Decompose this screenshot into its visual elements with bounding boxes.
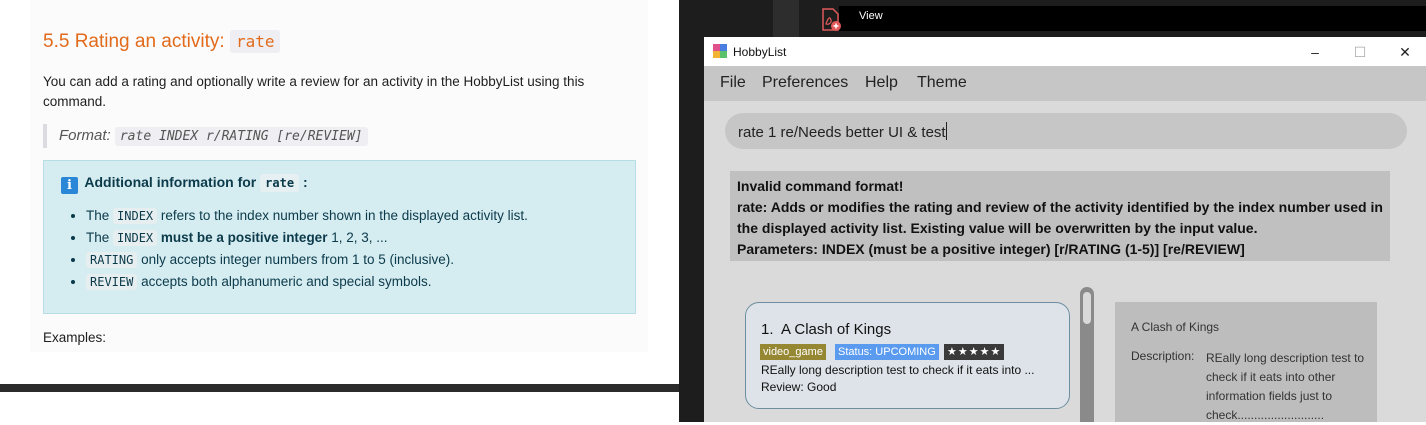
taskbar-divider [0, 384, 679, 392]
menu-help[interactable]: Help [865, 74, 898, 92]
bullet-code: INDEX [113, 208, 158, 224]
minimize-button[interactable]: – [1300, 41, 1330, 63]
activity-name: A Clash of Kings [781, 321, 892, 338]
heading-code: rate [229, 30, 281, 53]
result-line: the displayed activity list. Existing va… [737, 220, 1258, 236]
format-code: rate INDEX r/RATING [re/REVIEW] [114, 127, 368, 146]
format-label: Format: [59, 127, 111, 144]
detail-description-label: Description: [1131, 349, 1195, 363]
bullet-bold: must be a positive integer [160, 230, 328, 245]
command-value[interactable]: rate 1 re/Needs better UI & test [738, 124, 946, 141]
bullet-text: accepts both alphanumeric and special sy… [137, 274, 432, 289]
menu-theme[interactable]: Theme [917, 74, 967, 92]
activity-detail-panel: A Clash of Kings Description: REally lon… [1115, 302, 1377, 422]
bullet-text: only accepts integer numbers from 1 to 5… [137, 252, 454, 267]
examples-label: Examples: [43, 330, 107, 345]
info-list-item: RATING only accepts integer numbers from… [86, 249, 528, 271]
info-icon: i [61, 177, 78, 194]
info-list: The INDEX refers to the index number sho… [72, 205, 528, 293]
ide-toolbar [839, 6, 1426, 31]
result-display: Invalid command format! rate: Adds or mo… [730, 171, 1390, 261]
bullet-code: INDEX [113, 230, 158, 246]
status-tag: Status: UPCOMING [835, 344, 939, 360]
format-blockquote: Format: rate INDEX r/RATING [re/REVIEW] [43, 124, 368, 148]
title-bar[interactable]: HobbyList – ☐ ✕ [704, 37, 1426, 66]
menu-preferences[interactable]: Preferences [762, 74, 848, 92]
heading-text: 5.5 Rating an activity: [43, 31, 230, 52]
text-caret [945, 122, 947, 140]
detail-description: REally long description test to check if… [1206, 351, 1365, 422]
pdf-add-icon[interactable] [820, 8, 842, 32]
bullet-text: refers to the index number shown in the … [157, 208, 528, 223]
rating-stars: ★★★★★ [944, 344, 1005, 360]
section-paragraph: You can add a rating and optionally writ… [43, 74, 585, 109]
info-title-code: rate [260, 174, 300, 192]
bullet-code: REVIEW [86, 274, 138, 290]
info-title: i Additional information for rate : [61, 174, 308, 194]
info-title-colon: : [302, 174, 308, 190]
command-input[interactable]: rate 1 re/Needs better UI & test [725, 113, 1407, 149]
window-title: HobbyList [733, 45, 787, 59]
ide-side-strip [773, 0, 799, 40]
menu-bar: File Preferences Help Theme [704, 66, 1426, 101]
bullet-code: RATING [86, 252, 138, 268]
activity-review: Review: Good [761, 380, 837, 394]
scrollbar-thumb[interactable] [1083, 292, 1091, 324]
result-line: rate: Adds or modifies the rating and re… [737, 199, 1383, 215]
info-list-item: The INDEX refers to the index number sho… [86, 205, 528, 227]
ide-view-menu[interactable]: View [859, 10, 883, 22]
menu-file[interactable]: File [720, 74, 746, 92]
user-guide-page: 5.5 Rating an activity: rate You can add… [0, 0, 679, 422]
bullet-text: 1, 2, 3, ... [327, 230, 388, 245]
close-button[interactable]: ✕ [1390, 41, 1420, 63]
type-tag: video_game [760, 344, 826, 360]
list-scrollbar[interactable] [1080, 287, 1094, 422]
maximize-button[interactable]: ☐ [1345, 41, 1375, 63]
info-list-item: REVIEW accepts both alphanumeric and spe… [86, 271, 528, 293]
hobbylist-window: HobbyList – ☐ ✕ File Preferences Help Th… [704, 37, 1426, 422]
info-list-item: The INDEX must be a positive integer 1, … [86, 227, 528, 249]
command-input-text[interactable]: rate 1 re/Needs better UI & test [738, 122, 947, 141]
info-title-text: Additional information for [84, 174, 257, 190]
activity-description: REally long description test to check if… [761, 363, 1035, 377]
result-line: Invalid command format! [737, 178, 904, 194]
activity-card[interactable]: 1. A Clash of Kings video_game Status: U… [745, 302, 1070, 409]
activity-index: 1. [761, 321, 774, 338]
app-logo-icon [713, 44, 727, 58]
result-line: Parameters: INDEX (must be a positive in… [737, 241, 1245, 257]
section-heading: 5.5 Rating an activity: rate [43, 30, 281, 53]
activity-title: 1. A Clash of Kings [761, 321, 891, 338]
bullet-prefix: The [86, 208, 114, 223]
detail-title: A Clash of Kings [1131, 320, 1220, 334]
info-callout: i Additional information for rate : The … [43, 160, 636, 314]
bullet-prefix: The [86, 230, 114, 245]
